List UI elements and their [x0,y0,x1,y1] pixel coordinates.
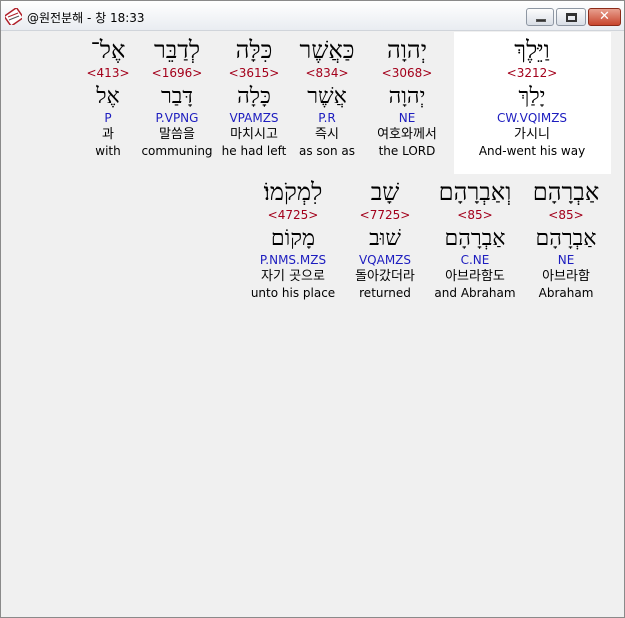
minimize-button[interactable] [526,8,554,26]
word-cell[interactable]: לְדַבֵּר <1696> דָּבַר P.VPNG 말씀을 commun… [141,35,212,159]
word-cell[interactable]: אַבְרָהָם <85> אַבְרָהָם NE 아브라함 Abraham [533,177,600,301]
strong-number[interactable]: <3615> [222,65,287,81]
hebrew-word: אֶל־ [90,36,126,64]
morphology-code: NE [398,111,416,125]
hebrew-word: וַיֵּלֶךְ [514,36,550,64]
strong-number[interactable]: <85> [533,207,600,223]
hebrew-lemma: כָּלָה [237,84,271,109]
korean-gloss: 가시니 [514,127,550,142]
word-cell[interactable]: כִּלָּה <3615> כָּלָה VPAMZS 마치시고 he had… [222,35,287,159]
close-button[interactable]: ✕ [588,8,621,26]
strong-number[interactable]: <834> [299,65,355,81]
english-gloss: the LORD [378,144,436,158]
hebrew-word: וְאַבְרָהָם [438,178,512,206]
morphology-code: VPAMZS [229,111,279,125]
korean-gloss: 자기 곳으로 [261,269,325,284]
title-bar[interactable]: @원전분해 - 창 18:33 ✕ [1,1,624,31]
strong-number[interactable]: <3068> [377,65,437,81]
korean-gloss: 여호와께서 [377,127,437,142]
morphology-code: P [104,111,112,125]
strong-number[interactable]: <4725> [251,207,335,223]
english-gloss: communing [141,144,213,158]
hebrew-word: אַבְרָהָם [532,178,600,206]
korean-gloss: 아브라함 [542,269,590,284]
hebrew-word: לִמְקֹמוֹ׃ [263,178,323,206]
strong-number[interactable]: <413> [86,65,129,81]
hebrew-lemma: יְהוָה [388,84,426,109]
morphology-code: P.NMS.MZS [259,253,327,267]
morphology-code: P.R [318,111,336,125]
strong-number[interactable]: <7725> [355,207,415,223]
morphology-code: P.VPNG [155,111,199,125]
strong-number[interactable]: <3212> [479,65,585,81]
strong-number[interactable]: <85> [434,207,515,223]
hebrew-lemma: אֶל [96,84,120,109]
app-window: @원전분해 - 창 18:33 ✕ וַיֵּלֶךְ <3212> יָלַך… [0,0,625,618]
morphology-code: NE [557,253,575,267]
hebrew-word: לְדַבֵּר [153,36,201,64]
korean-gloss: 말씀을 [159,127,195,142]
morphology-code: VQAMZS [358,253,412,267]
word-cell[interactable]: אֶל־ <413> אֶל P 과 with [86,35,129,159]
word-cell[interactable]: וַיֵּלֶךְ <3212> יָלַךְ CW.VQIMZS 가시니 An… [479,35,585,159]
minimize-icon [536,19,546,22]
word-cell[interactable]: וְאַבְרָהָם <85> אַבְרָהָם C.NE 아브라함도 an… [434,177,515,301]
hebrew-lemma: שׁוּב [369,226,401,251]
hebrew-lemma: אַבְרָהָם [444,226,506,251]
english-gloss: with [95,144,121,158]
hebrew-word: שָׁב [370,178,400,206]
word-cell[interactable]: לִמְקֹמוֹ׃ <4725> מָקוֹם P.NMS.MZS 자기 곳으… [251,177,335,301]
hebrew-word: כִּלָּה [235,36,273,64]
word-cell[interactable]: כַּאֲשֶׁר <834> אֲשֶׁר P.R 즉시 as son as [299,35,355,159]
window-title: @원전분해 - 창 18:33 [27,11,145,25]
hebrew-word: יְהוָה [386,36,428,64]
english-gloss: And-went his way [478,144,586,158]
hebrew-lemma: יָלַךְ [518,84,546,109]
korean-gloss: 즉시 [315,127,339,142]
english-gloss: Abraham [538,286,594,300]
word-cell[interactable]: יְהוָה <3068> יְהוָה NE 여호와께서 the LORD [377,35,437,159]
hebrew-lemma: מָקוֹם [270,226,316,251]
word-cell[interactable]: שָׁב <7725> שׁוּב VQAMZS 돌아갔더라 returned [355,177,415,301]
morphology-code: C.NE [460,253,490,267]
korean-gloss: 돌아갔더라 [355,269,415,284]
korean-gloss: 아브라함도 [445,269,505,284]
morphology-code: CW.VQIMZS [496,111,568,125]
maximize-icon [566,13,577,22]
english-gloss: and Abraham [434,286,516,300]
close-icon: ✕ [599,9,610,24]
hebrew-lemma: דָּבַר [161,84,193,109]
hebrew-lemma: אֲשֶׁר [307,84,347,109]
english-gloss: unto his place [250,286,336,300]
hebrew-word: כַּאֲשֶׁר [299,36,355,64]
english-gloss: returned [359,286,411,300]
english-gloss: he had left [221,144,287,158]
hebrew-lemma: אַבְרָהָם [535,226,597,251]
interlinear-view: וַיֵּלֶךְ <3212> יָלַךְ CW.VQIMZS 가시니 An… [7,32,619,614]
english-gloss: as son as [298,144,356,158]
strong-number[interactable]: <1696> [141,65,212,81]
korean-gloss: 과 [102,127,114,142]
korean-gloss: 마치시고 [230,127,278,142]
app-book-icon[interactable] [5,8,22,25]
maximize-button[interactable] [556,8,586,26]
